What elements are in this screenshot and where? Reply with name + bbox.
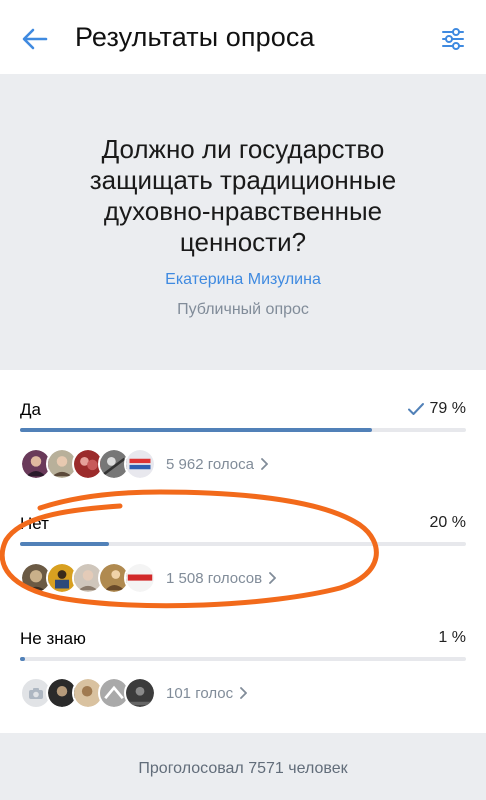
camera-icon (29, 687, 43, 699)
check-icon (407, 403, 424, 415)
option-percent-value: 20 % (429, 514, 466, 531)
annotation-circle (0, 489, 379, 609)
total-voters: Проголосовал 7571 человек (138, 760, 348, 777)
chevron-right-icon (240, 687, 248, 699)
option-percent: 20 % (430, 514, 466, 532)
voter-avatars (20, 562, 156, 594)
option-label: Не знаю (20, 629, 86, 648)
page-title: Результаты опроса (75, 22, 315, 52)
app-header: Результаты опроса (0, 0, 486, 74)
option-bar-fill (20, 542, 110, 546)
votes-count: 5 962 голоса (166, 455, 254, 473)
option-voters[interactable]: 5 962 голоса (20, 448, 268, 480)
votes-count-link[interactable]: 1 508 голосов (166, 569, 277, 587)
chevron-right-icon (261, 458, 268, 470)
poll-question: Должно ли государство защищать традицион… (89, 134, 397, 257)
voter-avatars (20, 677, 156, 709)
option-percent: 1 % (438, 629, 466, 647)
option-voters[interactable]: 101 голос (20, 677, 248, 709)
filter-button[interactable] (436, 22, 470, 56)
avatar (124, 677, 156, 709)
votes-count: 101 голос (166, 684, 234, 702)
sliders-icon (442, 28, 464, 50)
option-percent: 79 % (407, 400, 466, 418)
poll-question-block: Должно ли государство защищать традицион… (0, 74, 486, 370)
option-bar-fill (20, 428, 373, 432)
option-label: Да (20, 400, 41, 419)
option-bar-track (20, 657, 466, 661)
voter-avatars (20, 448, 156, 480)
avatar (124, 562, 156, 594)
option-bar-track (20, 542, 466, 546)
option-percent-value: 1 % (438, 629, 466, 646)
option-percent-value: 79 % (429, 400, 466, 417)
votes-count: 1 508 голосов (166, 569, 263, 587)
poll-type-label: Публичный опрос (177, 301, 309, 318)
arrow-left-icon (22, 28, 48, 50)
poll-footer: Проголосовал 7571 человек (0, 733, 486, 800)
back-button[interactable] (18, 22, 52, 56)
avatar (124, 448, 156, 480)
votes-count-link[interactable]: 101 голос (166, 684, 248, 702)
option-label: Нет (20, 514, 49, 533)
votes-count-link[interactable]: 5 962 голоса (166, 456, 268, 473)
option-bar-track (20, 428, 466, 432)
option-bar-fill (20, 657, 26, 661)
option-voters[interactable]: 1 508 голосов (20, 562, 277, 594)
chevron-right-icon (269, 572, 277, 584)
poll-author-link[interactable]: Екатерина Мизулина (0, 271, 486, 289)
